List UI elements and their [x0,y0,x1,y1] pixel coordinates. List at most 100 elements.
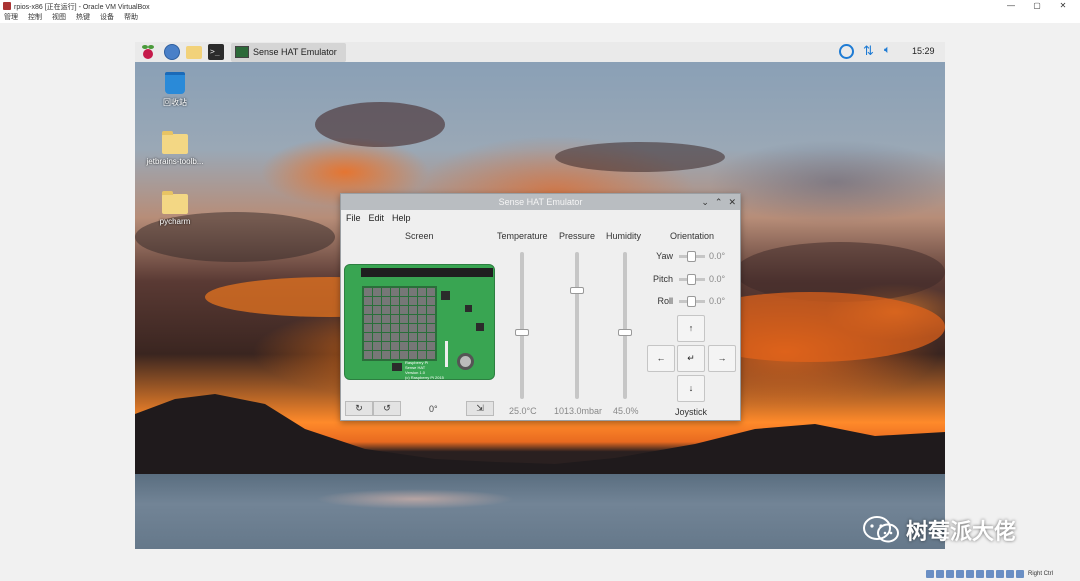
led-pixel[interactable] [364,333,372,341]
joystick-left-button[interactable]: ← [647,345,675,372]
led-pixel[interactable] [391,333,399,341]
desktop-icon-trash[interactable]: 回收站 [140,72,210,108]
led-pixel[interactable] [409,333,417,341]
pressure-slider[interactable] [570,252,584,399]
mouse-integration-icon[interactable] [1016,570,1024,578]
led-pixel[interactable] [391,288,399,296]
pressure-slider-knob[interactable] [570,287,584,294]
terminal-icon[interactable]: >_ [208,44,224,60]
led-pixel[interactable] [409,324,417,332]
pitch-slider-knob[interactable] [687,274,696,285]
led-pixel[interactable] [409,351,417,359]
flip-button[interactable]: ⇲ [466,401,494,416]
volume-icon[interactable]: 🔈︎ [884,44,891,57]
yaw-slider[interactable] [679,251,705,262]
led-pixel[interactable] [409,342,417,350]
usb-status-icon[interactable] [966,570,974,578]
host-maximize-button[interactable]: ▢ [1024,0,1050,12]
led-pixel[interactable] [427,333,435,341]
led-pixel[interactable] [382,324,390,332]
led-pixel[interactable] [400,342,408,350]
led-pixel[interactable] [418,315,426,323]
led-pixel[interactable] [409,306,417,314]
menu-edit[interactable]: Edit [369,211,385,225]
led-pixel[interactable] [382,351,390,359]
window-title-bar[interactable]: Sense HAT Emulator ⌄ ⌃ ✕ [341,194,740,210]
maximize-button[interactable]: ⌃ [715,194,723,210]
led-pixel[interactable] [427,306,435,314]
minimize-button[interactable]: ⌄ [701,194,709,210]
led-pixel[interactable] [418,351,426,359]
joystick-down-button[interactable]: ↓ [677,375,705,402]
led-pixel[interactable] [427,297,435,305]
host-menu-devices[interactable]: 设备 [100,12,114,23]
led-pixel[interactable] [400,315,408,323]
desktop-icon-jetbrains[interactable]: jetbrains-toolb... [140,131,210,166]
led-pixel[interactable] [364,324,372,332]
led-pixel[interactable] [427,288,435,296]
led-pixel[interactable] [391,306,399,314]
led-pixel[interactable] [382,288,390,296]
led-pixel[interactable] [364,342,372,350]
roll-slider-knob[interactable] [687,296,696,307]
led-pixel[interactable] [400,288,408,296]
menu-help[interactable]: Help [392,211,411,225]
shared-folder-status-icon[interactable] [976,570,984,578]
led-pixel[interactable] [382,297,390,305]
recording-status-icon[interactable] [996,570,1004,578]
host-menu-manage[interactable]: 管理 [4,12,18,23]
led-pixel[interactable] [418,342,426,350]
led-pixel[interactable] [427,324,435,332]
led-pixel[interactable] [373,306,381,314]
led-pixel[interactable] [400,333,408,341]
led-pixel[interactable] [373,297,381,305]
led-pixel[interactable] [373,351,381,359]
led-pixel[interactable] [391,351,399,359]
raspberry-menu-icon[interactable] [140,44,156,60]
clock[interactable]: 15:29 [912,46,935,56]
joystick-up-button[interactable]: ↑ [677,315,705,342]
download-icon[interactable] [839,44,854,59]
cpu-status-icon[interactable] [1006,570,1014,578]
menu-file[interactable]: File [346,211,361,225]
roll-slider[interactable] [679,296,705,307]
led-pixel[interactable] [400,324,408,332]
temperature-slider-knob[interactable] [515,329,529,336]
led-pixel[interactable] [409,315,417,323]
led-pixel[interactable] [364,306,372,314]
display-status-icon[interactable] [986,570,994,578]
temperature-slider[interactable] [515,252,529,399]
close-button[interactable]: ✕ [728,194,736,210]
led-pixel[interactable] [418,324,426,332]
led-pixel[interactable] [373,333,381,341]
led-pixel[interactable] [409,297,417,305]
host-minimize-button[interactable]: — [998,0,1024,12]
led-pixel[interactable] [382,306,390,314]
file-manager-icon[interactable] [186,46,202,59]
led-pixel[interactable] [364,297,372,305]
led-pixel[interactable] [373,288,381,296]
rotate-clockwise-button[interactable]: ↻ [345,401,373,416]
host-menu-hotkeys[interactable]: 热键 [76,12,90,23]
led-pixel[interactable] [391,315,399,323]
led-pixel[interactable] [364,351,372,359]
humidity-slider-knob[interactable] [618,329,632,336]
audio-status-icon[interactable] [946,570,954,578]
optical-drive-status-icon[interactable] [936,570,944,578]
led-pixel[interactable] [418,333,426,341]
led-pixel[interactable] [418,288,426,296]
network-icon[interactable]: ⇅ [863,43,874,59]
led-pixel[interactable] [391,297,399,305]
host-menu-control[interactable]: 控制 [28,12,42,23]
led-pixel[interactable] [427,315,435,323]
desktop-icon-pycharm[interactable]: pycharm [140,191,210,226]
rotate-counterclockwise-button[interactable]: ↺ [373,401,401,416]
hdd-status-icon[interactable] [926,570,934,578]
host-close-button[interactable]: ✕ [1050,0,1076,12]
led-pixel[interactable] [382,342,390,350]
led-pixel[interactable] [382,333,390,341]
host-menu-help[interactable]: 帮助 [124,12,138,23]
network-status-icon[interactable] [956,570,964,578]
led-pixel[interactable] [373,342,381,350]
led-pixel[interactable] [391,324,399,332]
